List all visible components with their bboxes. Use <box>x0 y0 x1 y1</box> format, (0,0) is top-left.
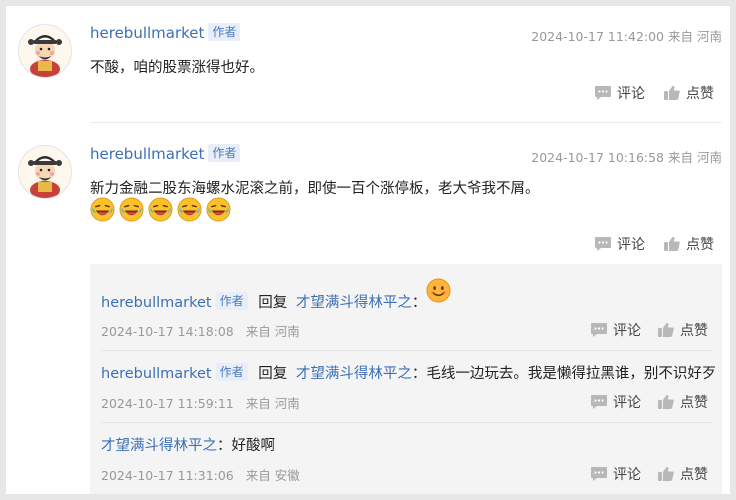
comment-author-row: herebullmarket 作者 <box>90 23 241 42</box>
emoji-row <box>90 197 231 222</box>
comment-location: 来自 河南 <box>668 150 722 165</box>
comment-meta: 2024-10-17 10:16:58 来自 河南 <box>531 147 722 166</box>
thumbs-up-icon <box>663 236 681 252</box>
reply-meta: 2024-10-17 11:59:11 来自 河南 <box>101 393 300 412</box>
reply-divider <box>101 422 712 423</box>
reply-username-link[interactable]: herebullmarket <box>101 366 212 382</box>
comment-button-label: 评论 <box>617 237 645 253</box>
reply-word: 回复 <box>258 295 288 311</box>
comment-text: 新力金融二股东海螺水泥滚之前，即使一百个涨停板，老大爷我不屑。 <box>90 181 540 197</box>
comment-button-label: 评论 <box>617 86 645 102</box>
comment-button[interactable]: 评论 <box>590 320 641 340</box>
laugh-emoji-icon <box>206 197 231 222</box>
reply-date: 2024-10-17 11:31:06 <box>101 468 234 483</box>
comment-actions: 评论 点赞 <box>594 83 714 103</box>
thumbs-up-icon <box>657 322 675 338</box>
reply-item: 才望满斗得林平之：好酸啊 <box>101 434 275 455</box>
reply-target-link[interactable]: 才望满斗得林平之 <box>296 366 412 382</box>
author-badge: 作者 <box>215 363 248 381</box>
like-button-label: 点赞 <box>686 237 714 253</box>
comment-datetime: 2024-10-17 10:16:58 <box>531 150 665 165</box>
smile-emoji-icon <box>426 278 451 303</box>
author-badge: 作者 <box>215 292 248 310</box>
reply-actions: 评论 点赞 <box>590 392 708 412</box>
laugh-emoji-icon <box>177 197 202 222</box>
comment-icon <box>590 322 608 338</box>
like-button-label: 点赞 <box>686 86 714 102</box>
avatar[interactable] <box>18 24 72 78</box>
comment-text: 不酸，咱的股票涨得也好。 <box>90 60 264 76</box>
reply-username-link[interactable]: 才望满斗得林平之 <box>101 438 217 454</box>
comment-button-label: 评论 <box>613 323 641 339</box>
comment-meta: 2024-10-17 11:42:00 来自 河南 <box>531 26 722 45</box>
reply-text: 毛线一边玩去。我是懒得拉黑谁，别不识好歹 <box>426 366 717 382</box>
reply-location: 来自 河南 <box>245 324 300 339</box>
reply-date: 2024-10-17 14:18:08 <box>101 324 234 339</box>
comment-button[interactable]: 评论 <box>594 83 645 103</box>
reply-separator: ： <box>411 295 427 311</box>
laugh-emoji-icon <box>90 197 115 222</box>
reply-username-link[interactable]: herebullmarket <box>101 295 212 311</box>
like-button[interactable]: 点赞 <box>657 392 708 412</box>
god-of-wealth-avatar-icon <box>19 25 71 77</box>
laugh-emoji-icon <box>148 197 173 222</box>
reply-divider <box>101 350 712 351</box>
comment-divider <box>90 122 722 123</box>
reply-separator: ： <box>217 438 232 454</box>
reply-location: 来自 安徽 <box>245 468 300 483</box>
comment-button[interactable]: 评论 <box>590 464 641 484</box>
like-button[interactable]: 点赞 <box>657 320 708 340</box>
reply-list: herebullmarket 作者 回复 才望满斗得林平之： 2024-10-17… <box>90 264 722 494</box>
comment-icon <box>590 466 608 482</box>
reply-text: 好酸啊 <box>231 438 276 454</box>
comment-icon <box>594 236 612 252</box>
comment-actions: 评论 点赞 <box>594 234 714 254</box>
reply-actions: 评论 点赞 <box>590 464 708 484</box>
like-button-label: 点赞 <box>680 467 708 483</box>
reply-meta: 2024-10-17 14:18:08 来自 河南 <box>101 321 300 340</box>
laugh-emoji-icon <box>119 197 144 222</box>
reply-word: 回复 <box>258 366 288 382</box>
reply-item: herebullmarket 作者 回复 才望满斗得林平之： <box>101 284 451 312</box>
avatar[interactable] <box>18 145 72 199</box>
comment-icon <box>594 85 612 101</box>
reply-date: 2024-10-17 11:59:11 <box>101 396 234 411</box>
comment-datetime: 2024-10-17 11:42:00 <box>531 29 665 44</box>
thumbs-up-icon <box>657 394 675 410</box>
reply-target-link[interactable]: 才望满斗得林平之 <box>296 295 412 311</box>
comment-button[interactable]: 评论 <box>590 392 641 412</box>
comment-button-label: 评论 <box>613 467 641 483</box>
god-of-wealth-avatar-icon <box>19 146 71 198</box>
like-button[interactable]: 点赞 <box>663 83 714 103</box>
comment-author-row: herebullmarket 作者 <box>90 144 241 163</box>
thumbs-up-icon <box>657 466 675 482</box>
comment-location: 来自 河南 <box>668 29 722 44</box>
comment-button-label: 评论 <box>613 395 641 411</box>
reply-separator: ： <box>411 366 427 382</box>
thumbs-up-icon <box>663 85 681 101</box>
comment-thread: herebullmarket 作者 2024-10-17 11:42:00 来自 河… <box>6 6 730 494</box>
comment-button[interactable]: 评论 <box>594 234 645 254</box>
like-button-label: 点赞 <box>680 395 708 411</box>
reply-item: herebullmarket 作者 回复 才望满斗得林平之：毛线一边玩去。我是懒得… <box>101 362 716 383</box>
author-badge: 作者 <box>208 144 241 162</box>
like-button-label: 点赞 <box>680 323 708 339</box>
reply-location: 来自 河南 <box>245 396 300 411</box>
username-link[interactable]: herebullmarket <box>90 24 204 42</box>
comment-icon <box>590 394 608 410</box>
author-badge: 作者 <box>208 23 241 41</box>
reply-meta: 2024-10-17 11:31:06 来自 安徽 <box>101 465 300 484</box>
like-button[interactable]: 点赞 <box>657 464 708 484</box>
like-button[interactable]: 点赞 <box>663 234 714 254</box>
reply-actions: 评论 点赞 <box>590 320 708 340</box>
username-link[interactable]: herebullmarket <box>90 145 204 163</box>
